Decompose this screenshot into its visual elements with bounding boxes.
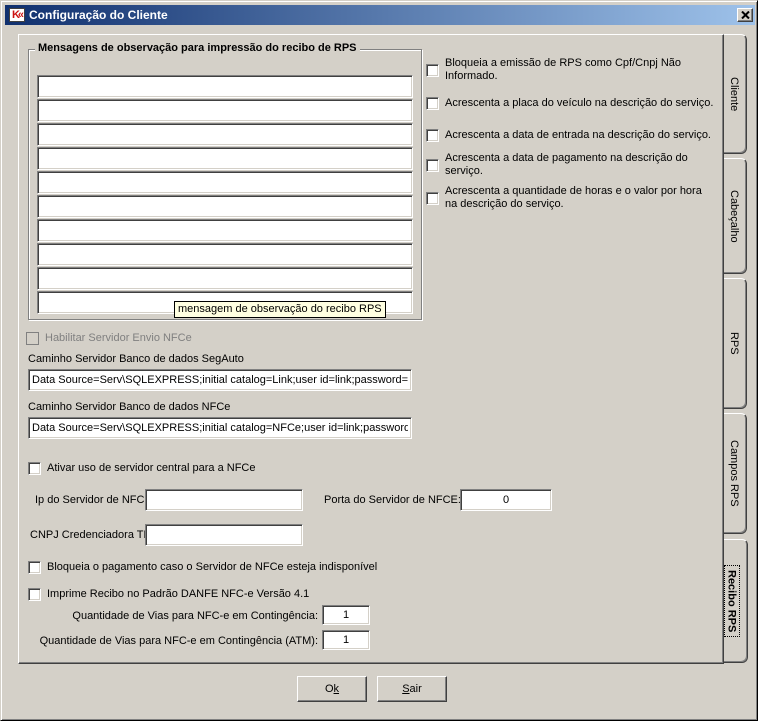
- checkbox-icon[interactable]: [426, 159, 439, 172]
- tab-label: RPS: [728, 332, 740, 355]
- segauto-connection-input[interactable]: [28, 369, 412, 391]
- tab-campos-rps[interactable]: Campos RPS: [722, 413, 747, 534]
- message-row-input[interactable]: [37, 195, 413, 218]
- checkbox-icon[interactable]: [426, 64, 439, 77]
- mensagens-group-title: Mensagens de observação para impressão d…: [35, 42, 360, 54]
- sair-button[interactable]: Sair: [377, 676, 447, 702]
- checkbox-label: Acrescenta a quantidade de horas e o val…: [445, 185, 716, 211]
- checkbox-label: Habilitar Servidor Envio NFCe: [45, 332, 192, 345]
- tab-label: Campos RPS: [728, 440, 740, 507]
- checkbox-icon[interactable]: [28, 588, 41, 601]
- ip-servidor-input[interactable]: [145, 489, 303, 511]
- segauto-path-label: Caminho Servidor Banco de dados SegAuto: [28, 353, 244, 365]
- tab-label: Cliente: [728, 77, 740, 111]
- checkbox-label: Acrescenta a placa do veículo na descriç…: [445, 97, 713, 110]
- checkbox-ativar-servidor-central[interactable]: Ativar uso de servidor central para a NF…: [28, 462, 378, 475]
- checkbox-bloqueia-emissao-rps[interactable]: Bloqueia a emissão de RPS como Cpf/Cnpj …: [426, 57, 708, 83]
- ip-servidor-label: Ip do Servidor de NFCE:: [35, 494, 155, 506]
- checkbox-label: Imprime Recibo no Padrão DANFE NFC-e Ver…: [47, 588, 309, 601]
- porta-servidor-label: Porta do Servidor de NFCE:: [324, 494, 461, 506]
- nfce-path-label: Caminho Servidor Banco de dados NFCe: [28, 401, 230, 413]
- checkbox-icon[interactable]: [426, 129, 439, 142]
- app-logo-icon: K«: [9, 8, 25, 22]
- vias-contingencia-input[interactable]: [322, 605, 370, 625]
- message-row-input[interactable]: [37, 99, 413, 122]
- message-row-input[interactable]: [37, 171, 413, 194]
- ok-button[interactable]: Ok: [297, 676, 367, 702]
- message-row-input[interactable]: [37, 243, 413, 266]
- checkbox-label: Acrescenta a data de pagamento na descri…: [445, 152, 696, 178]
- tab-rps[interactable]: RPS: [722, 278, 747, 409]
- tab-cliente[interactable]: Cliente: [722, 34, 747, 154]
- close-icon: [741, 11, 750, 19]
- window-title: Configuração do Cliente: [29, 8, 737, 22]
- title-bar[interactable]: K« Configuração do Cliente: [5, 5, 755, 25]
- checkbox-data-pagamento[interactable]: Acrescenta a data de pagamento na descri…: [426, 152, 696, 178]
- checkbox-label: Ativar uso de servidor central para a NF…: [47, 462, 255, 475]
- vias-contingencia-atm-input[interactable]: [322, 630, 370, 650]
- cnpj-credenciadora-label: CNPJ Credenciadora TEF:: [30, 529, 161, 541]
- tab-label: Recibo RPS: [724, 565, 740, 637]
- message-row-input[interactable]: [37, 147, 413, 170]
- checkbox-icon[interactable]: [426, 192, 439, 205]
- message-row-input[interactable]: [37, 219, 413, 242]
- tab-cabecalho[interactable]: Cabeçalho: [722, 158, 747, 274]
- tooltip: mensagem de observação do recibo RPS: [174, 301, 386, 318]
- checkbox-icon[interactable]: [28, 462, 41, 475]
- checkbox-imprime-danfe[interactable]: Imprime Recibo no Padrão DANFE NFC-e Ver…: [28, 588, 448, 601]
- checkbox-quantidade-horas[interactable]: Acrescenta a quantidade de horas e o val…: [426, 185, 716, 211]
- checkbox-icon[interactable]: [426, 97, 439, 110]
- checkbox-icon[interactable]: [28, 561, 41, 574]
- message-row-input[interactable]: [37, 75, 413, 98]
- checkbox-placa-veiculo[interactable]: Acrescenta a placa do veículo na descriç…: [426, 97, 716, 110]
- checkbox-data-entrada[interactable]: Acrescenta a data de entrada na descriçã…: [426, 129, 716, 142]
- message-rows: [37, 75, 413, 315]
- vias-contingencia-atm-label: Quantidade de Vias para NFC-e em Conting…: [28, 635, 318, 647]
- vias-contingencia-label: Quantidade de Vias para NFC-e em Conting…: [28, 610, 318, 622]
- close-button[interactable]: [737, 8, 753, 22]
- tab-label: Cabeçalho: [728, 190, 740, 243]
- checkbox-habilitar-servidor-nfce: Habilitar Servidor Envio NFCe: [26, 332, 376, 345]
- porta-servidor-input[interactable]: [460, 489, 552, 511]
- cnpj-credenciadora-input[interactable]: [145, 524, 303, 546]
- dialog-window: K« Configuração do Cliente Cliente Cabeç…: [0, 0, 758, 721]
- checkbox-label: Bloqueia o pagamento caso o Servidor de …: [47, 561, 377, 574]
- message-row-input[interactable]: [37, 267, 413, 290]
- checkbox-bloqueia-pagamento[interactable]: Bloqueia o pagamento caso o Servidor de …: [28, 561, 448, 574]
- message-row-input[interactable]: [37, 123, 413, 146]
- checkbox-label: Bloqueia a emissão de RPS como Cpf/Cnpj …: [445, 57, 708, 83]
- recibo-rps-tab-page: Mensagens de observação para impressão d…: [18, 34, 724, 664]
- mensagens-groupbox: Mensagens de observação para impressão d…: [28, 49, 422, 320]
- checkbox-icon: [26, 332, 39, 345]
- checkbox-label: Acrescenta a data de entrada na descriçã…: [445, 129, 711, 142]
- nfce-connection-input[interactable]: [28, 417, 412, 439]
